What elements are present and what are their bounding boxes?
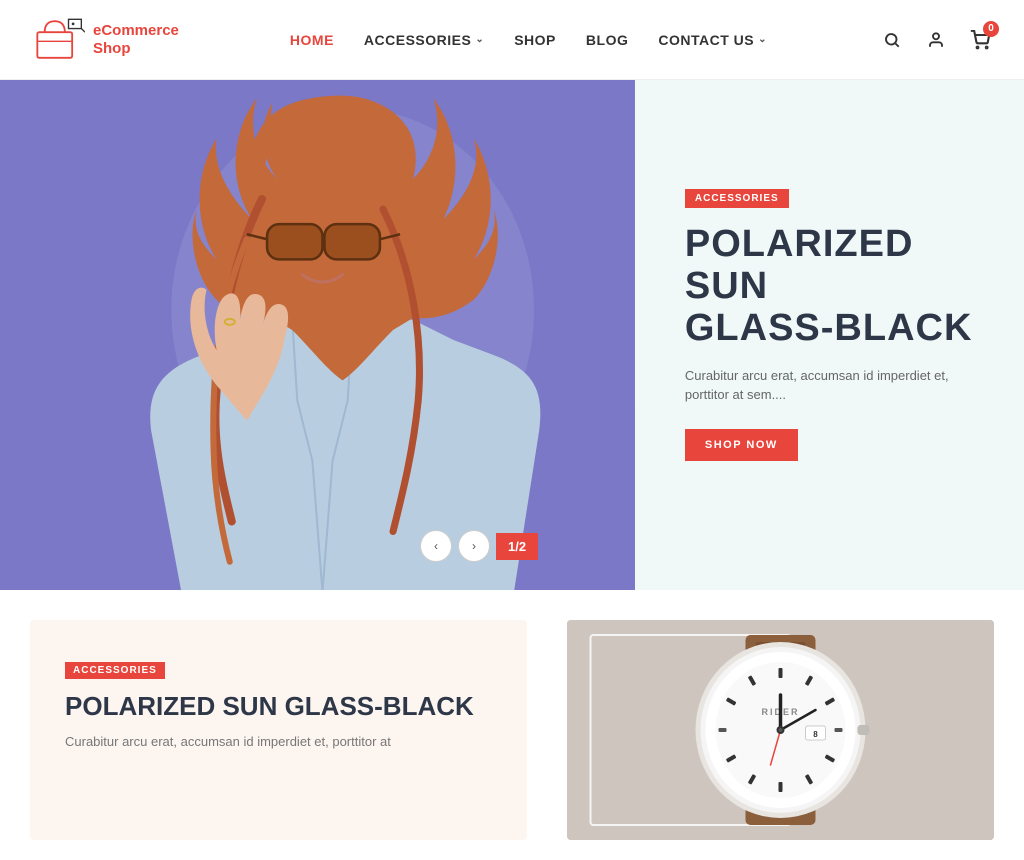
cart-button[interactable]: 0 (966, 26, 994, 54)
site-header: eCommerce Shop HOME ACCESSORIES ⌄ SHOP (0, 0, 1024, 80)
nav-item-contact[interactable]: CONTACT US ⌄ (658, 32, 767, 48)
user-icon (927, 31, 945, 49)
product-title-1: POLARIZED SUN GLASS-BLACK (65, 691, 492, 722)
product-card-sunglasses: ACCESSORIES POLARIZED SUN GLASS-BLACK Cu… (30, 620, 527, 840)
search-button[interactable] (878, 26, 906, 54)
product-card-watch: 8 RIDER (567, 620, 994, 840)
nav-link-accessories[interactable]: ACCESSORIES ⌄ (364, 32, 484, 48)
logo-text: eCommerce Shop (93, 22, 179, 58)
shop-now-button[interactable]: SHOP NOW (685, 429, 798, 461)
slider-prev-button[interactable]: ‹ (420, 530, 452, 562)
header-icons: 0 (878, 26, 994, 54)
cart-count: 0 (983, 21, 999, 37)
hero-title: POLARIZED SUN GLASS-BLACK (685, 224, 984, 349)
hero-description: Curabitur arcu erat, accumsan id imperdi… (685, 366, 984, 405)
watch-image: 8 RIDER (567, 620, 994, 840)
hero-category-badge: ACCESSORIES (685, 189, 789, 208)
main-nav: HOME ACCESSORIES ⌄ SHOP BLOG (290, 32, 767, 48)
nav-item-home[interactable]: HOME (290, 32, 334, 48)
nav-link-shop[interactable]: SHOP (514, 32, 556, 48)
svg-text:8: 8 (813, 730, 818, 739)
site-logo[interactable]: eCommerce Shop (30, 12, 179, 67)
slider-next-button[interactable]: › (458, 530, 490, 562)
nav-item-accessories[interactable]: ACCESSORIES ⌄ (364, 32, 484, 48)
product-desc-1: Curabitur arcu erat, accumsan id imperdi… (65, 732, 492, 752)
nav-link-contact[interactable]: CONTACT US ⌄ (658, 32, 767, 48)
user-button[interactable] (922, 26, 950, 54)
logo-text-container: eCommerce Shop (93, 22, 179, 58)
search-icon (883, 31, 901, 49)
slider-counter: 1/2 (496, 533, 538, 560)
products-section: ACCESSORIES POLARIZED SUN GLASS-BLACK Cu… (0, 590, 1024, 860)
slider-controls: ‹ › 1/2 (420, 530, 538, 562)
hero-section: ‹ › 1/2 ACCESSORIES POLARIZED SUN GLASS-… (0, 80, 1024, 590)
chevron-down-icon-2: ⌄ (758, 34, 767, 45)
hero-illustration (0, 80, 635, 590)
chevron-down-icon: ⌄ (475, 34, 484, 45)
product-badge-1: ACCESSORIES (65, 662, 165, 679)
hero-image: ‹ › 1/2 (0, 80, 635, 590)
nav-item-blog[interactable]: BLOG (586, 32, 628, 48)
nav-item-shop[interactable]: SHOP (514, 32, 556, 48)
nav-link-home[interactable]: HOME (290, 32, 334, 48)
hero-content: ACCESSORIES POLARIZED SUN GLASS-BLACK Cu… (635, 80, 1024, 590)
hero-background (0, 80, 635, 590)
nav-link-blog[interactable]: BLOG (586, 32, 628, 48)
logo-icon (30, 12, 85, 67)
watch-illustration: 8 RIDER (567, 620, 994, 840)
